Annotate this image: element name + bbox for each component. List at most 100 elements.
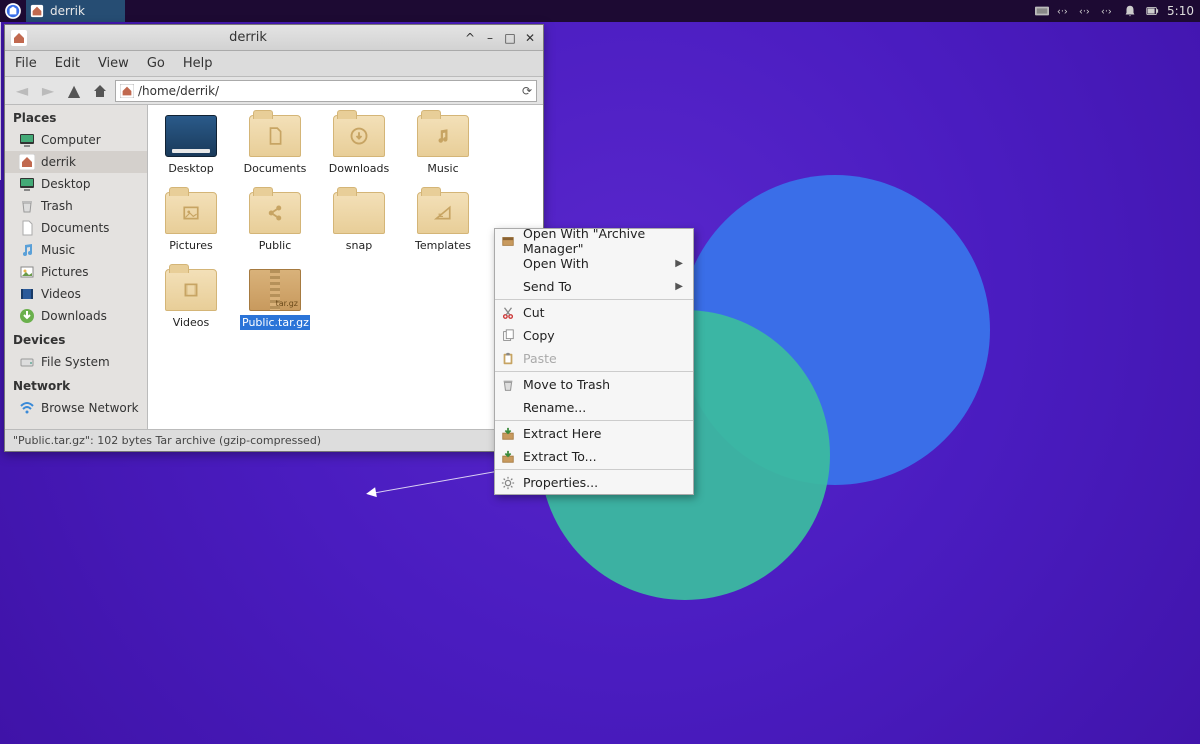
context-menu-item-label: Send To: [523, 279, 572, 294]
context-menu-separator: [495, 299, 693, 300]
video-icon: [19, 286, 35, 302]
file-item-public[interactable]: Public: [242, 192, 308, 253]
top-panel: derrik ‹·› ‹·› ‹·› 5:10: [0, 0, 1200, 22]
sidebar-item-file-system[interactable]: File System: [5, 351, 147, 373]
sidebar-item-browse-network[interactable]: Browse Network: [5, 397, 147, 419]
context-menu-item-send-to[interactable]: Send To ▶: [495, 275, 693, 298]
file-item-label: Pictures: [167, 238, 215, 253]
context-menu-item-label: Paste: [523, 351, 557, 366]
sidebar-item-computer[interactable]: Computer: [5, 129, 147, 151]
whisker-menu-icon[interactable]: [4, 2, 22, 20]
icon-view[interactable]: Desktop Documents Downloads Music Pictures Pu…: [148, 105, 543, 429]
folder-icon: [333, 192, 385, 234]
window-minimize-button[interactable]: –: [483, 31, 497, 45]
file-item-label: Public: [257, 238, 294, 253]
network-icon[interactable]: ‹·›: [1079, 4, 1093, 18]
desktop-icon: [165, 115, 217, 157]
window-close-button[interactable]: ✕: [523, 31, 537, 45]
home-icon: [120, 84, 134, 98]
file-item-public-tar-gz[interactable]: tar.gz Public.tar.gz: [242, 269, 308, 330]
svg-text:‹·›: ‹·›: [1079, 7, 1090, 18]
monitor-icon: [19, 176, 35, 192]
menu-view[interactable]: View: [98, 56, 129, 71]
file-item-label: snap: [344, 238, 374, 253]
sidebar-item-desktop[interactable]: Desktop: [5, 173, 147, 195]
menu-help[interactable]: Help: [183, 56, 213, 71]
svg-text:‹·›: ‹·›: [1057, 7, 1068, 18]
sidebar-item-label: Pictures: [41, 265, 89, 279]
context-menu-item-label: Copy: [523, 328, 555, 343]
context-menu-item-cut[interactable]: Cut: [495, 301, 693, 324]
sidebar-header-places: Places: [5, 105, 147, 129]
window-titlebar[interactable]: derrik ^ – □ ✕: [5, 25, 543, 51]
nav-forward-button[interactable]: ►: [37, 80, 59, 102]
file-item-label: Templates: [413, 238, 473, 253]
file-item-label: Videos: [171, 315, 212, 330]
window-maximize-button[interactable]: □: [503, 31, 517, 45]
window-roll-up-button[interactable]: ^: [463, 31, 477, 45]
file-item-videos[interactable]: Videos: [158, 269, 224, 330]
file-item-snap[interactable]: snap: [326, 192, 392, 253]
reload-button[interactable]: ⟳: [522, 84, 532, 98]
context-menu-item-extract-to[interactable]: Extract To...: [495, 445, 693, 468]
sidebar-item-label: Computer: [41, 133, 101, 147]
home-icon: [19, 154, 35, 170]
context-menu-item-label: Open With: [523, 256, 589, 271]
sidebar-item-trash[interactable]: Trash: [5, 195, 147, 217]
menubar: File Edit View Go Help: [5, 51, 543, 77]
sidebar-item-derrik[interactable]: derrik: [5, 151, 147, 173]
context-menu-item-move-to-trash[interactable]: Move to Trash: [495, 373, 693, 396]
location-path: /home/derrik/: [138, 84, 219, 98]
network-icon[interactable]: ‹·›: [1057, 4, 1071, 18]
file-item-templates[interactable]: Templates: [410, 192, 476, 253]
copy-icon: [501, 329, 515, 343]
file-item-downloads[interactable]: Downloads: [326, 115, 392, 176]
nav-home-button[interactable]: [89, 80, 111, 102]
sidebar-item-label: File System: [41, 355, 110, 369]
clock[interactable]: 5:10: [1167, 4, 1194, 18]
sidebar-item-label: Downloads: [41, 309, 107, 323]
keyboard-icon[interactable]: [1035, 4, 1049, 18]
sidebar-item-videos[interactable]: Videos: [5, 283, 147, 305]
context-menu-item-extract-here[interactable]: Extract Here: [495, 422, 693, 445]
sidebar-item-documents[interactable]: Documents: [5, 217, 147, 239]
taskbar-item-file-manager[interactable]: derrik: [26, 0, 125, 22]
system-tray: ‹·› ‹·› ‹·› 5:10: [1035, 4, 1200, 18]
battery-icon[interactable]: [1145, 4, 1159, 18]
context-menu-item-copy[interactable]: Copy: [495, 324, 693, 347]
notification-bell-icon[interactable]: [1123, 4, 1137, 18]
folder-icon: [249, 192, 301, 234]
menu-edit[interactable]: Edit: [55, 56, 80, 71]
archive-icon: tar.gz: [249, 269, 301, 311]
nav-up-button[interactable]: ▲: [63, 80, 85, 102]
sidebar-item-pictures[interactable]: Pictures: [5, 261, 147, 283]
nav-back-button[interactable]: ◄: [11, 80, 33, 102]
file-item-label: Music: [425, 161, 460, 176]
submenu-arrow-icon: ▶: [675, 281, 683, 292]
sidebar-item-downloads[interactable]: Downloads: [5, 305, 147, 327]
file-item-music[interactable]: Music: [410, 115, 476, 176]
sidebar-item-label: Videos: [41, 287, 81, 301]
menu-go[interactable]: Go: [147, 56, 165, 71]
sidebar-item-label: Desktop: [41, 177, 91, 191]
extract-icon: [501, 427, 515, 441]
context-menu-item-open-with-archive-manager[interactable]: Open With "Archive Manager": [495, 229, 693, 252]
network-icon[interactable]: ‹·›: [1101, 4, 1115, 18]
file-item-pictures[interactable]: Pictures: [158, 192, 224, 253]
file-item-documents[interactable]: Documents: [242, 115, 308, 176]
context-menu-item-label: Cut: [523, 305, 545, 320]
trash-icon: [501, 378, 515, 392]
context-menu-item-rename[interactable]: Rename...: [495, 396, 693, 419]
file-item-desktop[interactable]: Desktop: [158, 115, 224, 176]
location-bar[interactable]: /home/derrik/ ⟳: [115, 80, 537, 102]
taskbar-item-label: derrik: [50, 4, 85, 18]
context-menu-item-label: Rename...: [523, 400, 586, 415]
context-menu-item-properties[interactable]: Properties...: [495, 471, 693, 494]
sidebar-item-label: Browse Network: [41, 401, 139, 415]
file-item-label: Public.tar.gz: [240, 315, 310, 330]
menu-file[interactable]: File: [15, 56, 37, 71]
download-icon: [19, 308, 35, 324]
sidebar-item-music[interactable]: Music: [5, 239, 147, 261]
box-icon: [501, 234, 515, 248]
blank-icon: [501, 257, 515, 271]
